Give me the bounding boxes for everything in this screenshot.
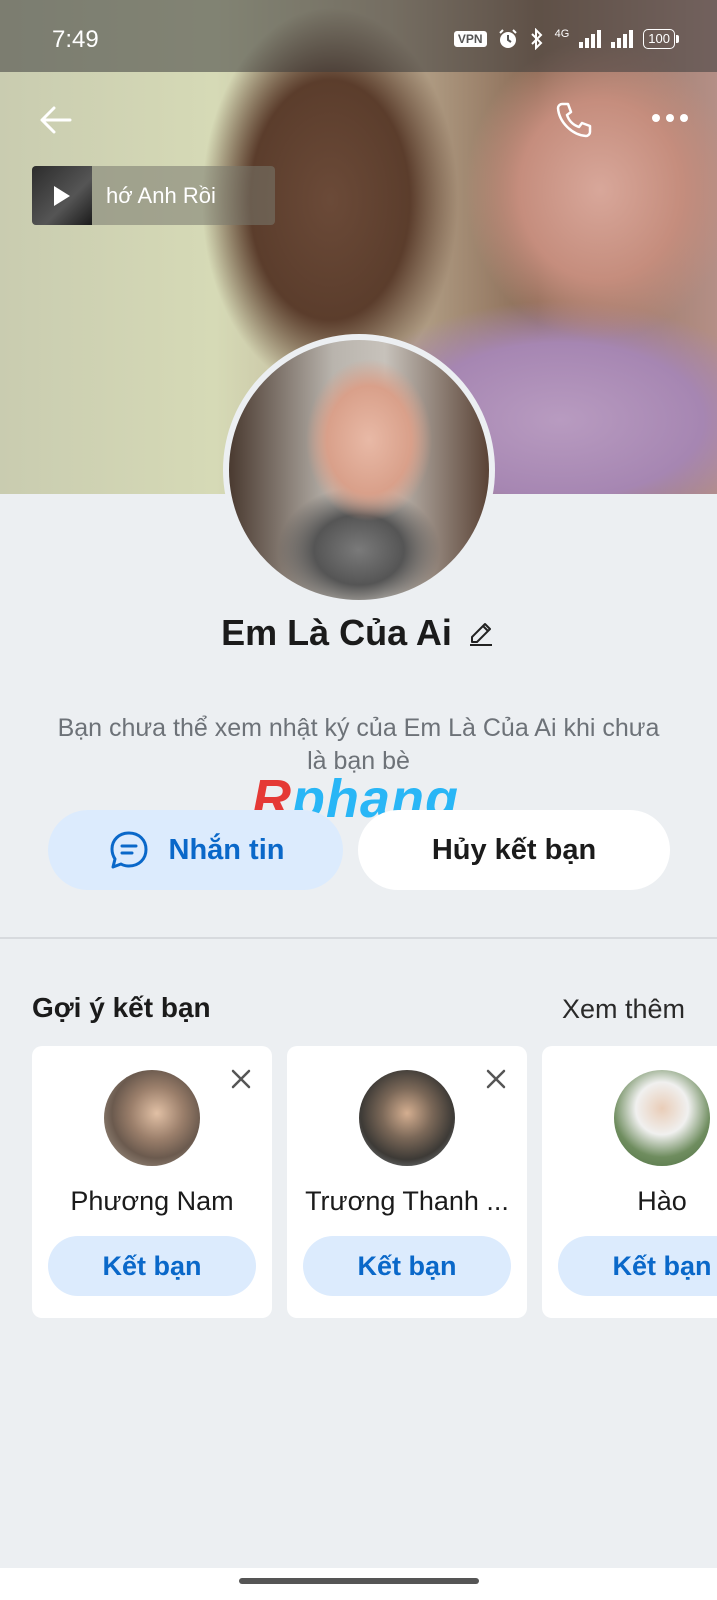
signal-icon-2 [611,30,634,48]
suggestion-card[interactable]: Trương Thanh ... Kết bạn [287,1046,527,1318]
battery-icon: 100 [643,29,679,49]
network-type: 4G [554,28,570,40]
profile-music[interactable]: hớ Anh Rồi [32,166,275,225]
add-friend-button[interactable]: Kết bạn [48,1236,256,1296]
chat-bubble-icon [110,831,147,869]
section-divider [0,937,717,939]
see-more-link[interactable]: Xem thêm [562,994,685,1025]
back-button[interactable] [36,100,76,140]
signal-icon-1 [579,30,602,48]
status-icons: VPN 4G 100 [453,28,679,50]
suggestion-cards[interactable]: Phương Nam Kết bạn Trương Thanh ... Kết … [32,1046,717,1318]
close-icon[interactable] [230,1068,252,1090]
close-icon[interactable] [485,1068,507,1090]
bluetooth-icon [530,28,543,50]
suggestion-name: Phương Nam [70,1186,234,1216]
message-button[interactable]: Nhắn tin [48,810,343,890]
add-friend-button[interactable]: Kết bạn [558,1236,717,1296]
avatar-image [229,340,489,600]
suggestion-card[interactable]: Hào Kết bạn [542,1046,717,1318]
suggestion-name: Hào [637,1186,687,1216]
suggestion-card[interactable]: Phương Nam Kết bạn [32,1046,272,1318]
profile-avatar[interactable] [223,334,495,606]
message-button-label: Nhắn tin [168,833,285,866]
add-friend-button[interactable]: Kết bạn [303,1236,511,1296]
music-title: hớ Anh Rồi [106,182,216,208]
edit-pencil-icon[interactable] [466,618,496,648]
status-bar: 7:49 VPN 4G 100 [0,0,717,72]
vpn-icon: VPN [453,31,487,47]
profile-name: Em Là Của Ai [221,612,452,653]
unfriend-button[interactable]: Hủy kết bạn [358,810,670,890]
avatar[interactable] [614,1070,710,1166]
suggestion-name: Trương Thanh ... [305,1186,509,1216]
arrow-left-icon [40,106,72,134]
navigation-bar [0,1568,717,1600]
avatar[interactable] [359,1070,455,1166]
call-button[interactable] [552,98,596,142]
more-dots-icon [652,114,688,122]
avatar[interactable] [104,1070,200,1166]
status-time: 7:49 [52,26,99,53]
play-icon [54,186,70,206]
alarm-icon [498,29,517,48]
friend-suggestions-title: Gợi ý kết bạn [32,992,211,1023]
home-indicator[interactable] [239,1578,479,1584]
unfriend-button-label: Hủy kết bạn [431,833,597,866]
phone-icon [556,102,592,138]
profile-name-row: Em Là Của Ai [0,612,717,654]
more-options-button[interactable] [650,106,690,130]
music-thumbnail [32,166,92,225]
